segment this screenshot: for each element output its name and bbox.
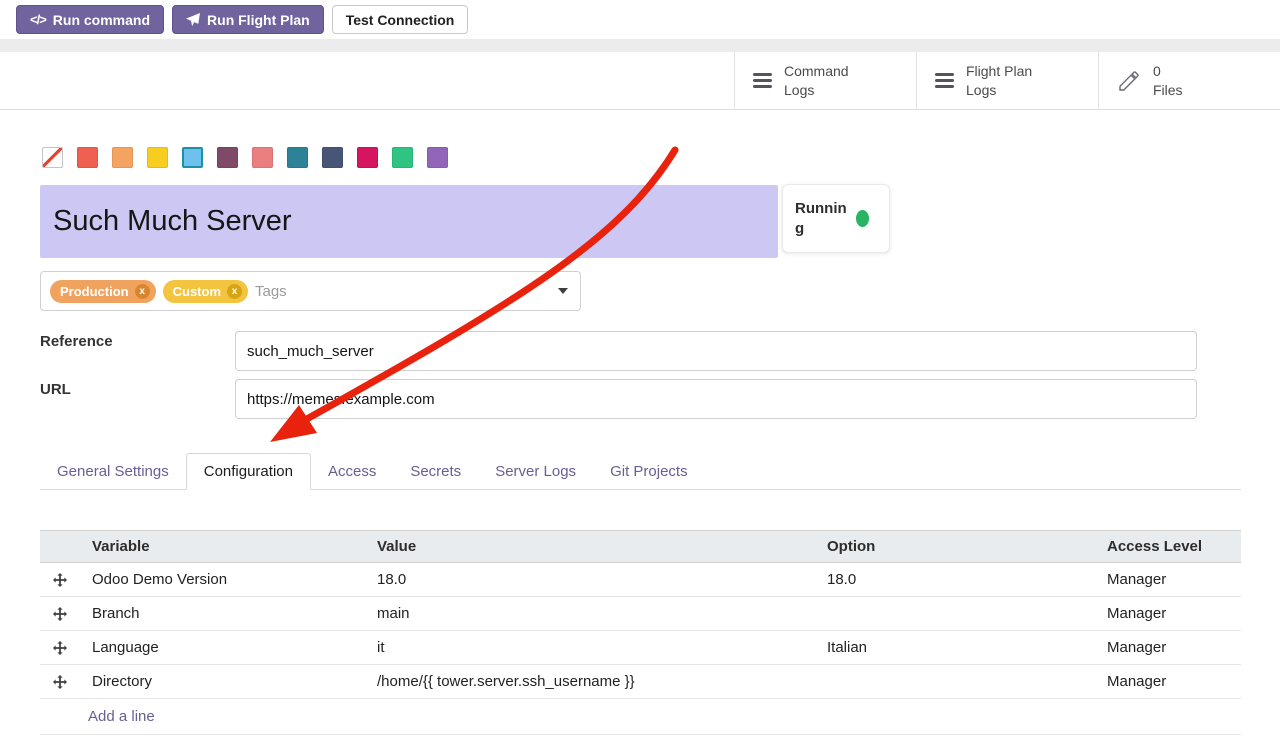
plane-icon (186, 13, 200, 27)
table-row[interactable]: Branch main Manager (40, 597, 1241, 631)
url-input[interactable]: https://memes.example.com (235, 379, 1197, 419)
server-name-input[interactable]: Such Much Server (40, 185, 778, 258)
tags-field[interactable]: Production x Custom x Tags (40, 271, 581, 311)
color-swatch-7[interactable] (287, 147, 308, 168)
test-connection-button[interactable]: Test Connection (332, 5, 469, 34)
drag-handle-icon[interactable] (40, 675, 80, 689)
run-flight-plan-button[interactable]: Run Flight Plan (172, 5, 324, 34)
reference-label: Reference (40, 333, 113, 350)
color-palette (42, 147, 448, 168)
table-row[interactable]: Language it Italian Manager (40, 631, 1241, 665)
files-label-wrap: 0 Files (1153, 62, 1183, 98)
dropdown-caret-icon[interactable] (558, 288, 568, 294)
url-value: https://memes.example.com (247, 391, 435, 408)
cell-variable[interactable]: Language (80, 639, 365, 656)
flight-plan-logs-label: Flight Plan Logs (966, 62, 1048, 98)
cell-variable[interactable]: Odoo Demo Version (80, 571, 365, 588)
cell-value[interactable]: it (365, 639, 815, 656)
url-label: URL (40, 381, 71, 398)
tab-secrets[interactable]: Secrets (393, 453, 478, 489)
cell-option[interactable]: 18.0 (815, 571, 1095, 588)
table-header-row: Variable Value Option Access Level (40, 530, 1241, 563)
no-color-swatch[interactable] (42, 147, 63, 168)
col-access-level: Access Level (1095, 538, 1241, 555)
files-label: Files (1153, 81, 1183, 99)
notebook-tabs: General Settings Configuration Access Se… (40, 453, 1241, 490)
tab-access[interactable]: Access (311, 453, 393, 489)
table-row[interactable]: Odoo Demo Version 18.0 18.0 Manager (40, 563, 1241, 597)
status-dot (856, 210, 869, 227)
add-line-row: Add a line (40, 699, 1241, 735)
files-button[interactable]: 0 Files (1098, 52, 1280, 109)
tag-remove-icon[interactable]: x (227, 284, 242, 299)
cell-variable[interactable]: Directory (80, 673, 365, 690)
color-swatch-4[interactable] (182, 147, 203, 168)
cell-access[interactable]: Manager (1095, 673, 1241, 690)
tag-custom[interactable]: Custom x (163, 280, 248, 303)
tab-general-settings[interactable]: General Settings (40, 453, 186, 489)
run-flight-plan-label: Run Flight Plan (207, 12, 310, 28)
page-header: Command Logs Flight Plan Logs 0 Files (0, 52, 1280, 110)
variables-table: Variable Value Option Access Level Odoo … (40, 530, 1241, 735)
server-name-text: Such Much Server (53, 205, 292, 238)
color-swatch-1[interactable] (77, 147, 98, 168)
test-connection-label: Test Connection (346, 12, 455, 28)
color-swatch-2[interactable] (112, 147, 133, 168)
color-swatch-8[interactable] (322, 147, 343, 168)
cell-value[interactable]: main (365, 605, 815, 622)
reference-input[interactable]: such_much_server (235, 331, 1197, 371)
list-icon (753, 73, 772, 88)
tag-production-label: Production (60, 284, 129, 299)
color-swatch-3[interactable] (147, 147, 168, 168)
cell-option[interactable]: Italian (815, 639, 1095, 656)
tags-placeholder: Tags (255, 283, 287, 300)
add-a-line-link[interactable]: Add a line (88, 708, 155, 725)
top-toolbar: </> Run command Run Flight Plan Test Con… (16, 5, 468, 34)
color-swatch-11[interactable] (427, 147, 448, 168)
table-row[interactable]: Directory /home/{{ tower.server.ssh_user… (40, 665, 1241, 699)
run-command-button[interactable]: </> Run command (16, 5, 164, 34)
cell-access[interactable]: Manager (1095, 571, 1241, 588)
color-swatch-9[interactable] (357, 147, 378, 168)
drag-handle-icon[interactable] (40, 607, 80, 621)
list-icon (935, 73, 954, 88)
tag-remove-icon[interactable]: x (135, 284, 150, 299)
page-divider-strip (0, 39, 1280, 52)
tag-custom-label: Custom (173, 284, 221, 299)
drag-handle-icon[interactable] (40, 573, 80, 587)
tab-configuration[interactable]: Configuration (186, 453, 311, 490)
color-swatch-10[interactable] (392, 147, 413, 168)
tag-production[interactable]: Production x (50, 280, 156, 303)
edit-icon (1117, 69, 1141, 93)
run-command-label: Run command (53, 12, 150, 28)
command-logs-label: Command Logs (784, 62, 866, 98)
drag-handle-icon[interactable] (40, 641, 80, 655)
cell-value[interactable]: /home/{{ tower.server.ssh_username }} (365, 673, 815, 690)
cell-access[interactable]: Manager (1095, 639, 1241, 656)
files-count: 0 (1153, 62, 1183, 80)
col-option: Option (815, 538, 1095, 555)
cell-value[interactable]: 18.0 (365, 571, 815, 588)
status-widget[interactable]: Running (782, 184, 890, 253)
code-icon: </> (30, 12, 46, 27)
col-value: Value (365, 538, 815, 555)
cell-variable[interactable]: Branch (80, 605, 365, 622)
cell-access[interactable]: Manager (1095, 605, 1241, 622)
tab-server-logs[interactable]: Server Logs (478, 453, 593, 489)
color-swatch-5[interactable] (217, 147, 238, 168)
tab-git-projects[interactable]: Git Projects (593, 453, 705, 489)
command-logs-button[interactable]: Command Logs (734, 52, 916, 109)
col-variable: Variable (80, 538, 365, 555)
color-swatch-6[interactable] (252, 147, 273, 168)
reference-value: such_much_server (247, 343, 374, 360)
stat-buttons: Command Logs Flight Plan Logs 0 Files (734, 52, 1280, 109)
status-label: Running (795, 199, 847, 238)
flight-plan-logs-button[interactable]: Flight Plan Logs (916, 52, 1098, 109)
